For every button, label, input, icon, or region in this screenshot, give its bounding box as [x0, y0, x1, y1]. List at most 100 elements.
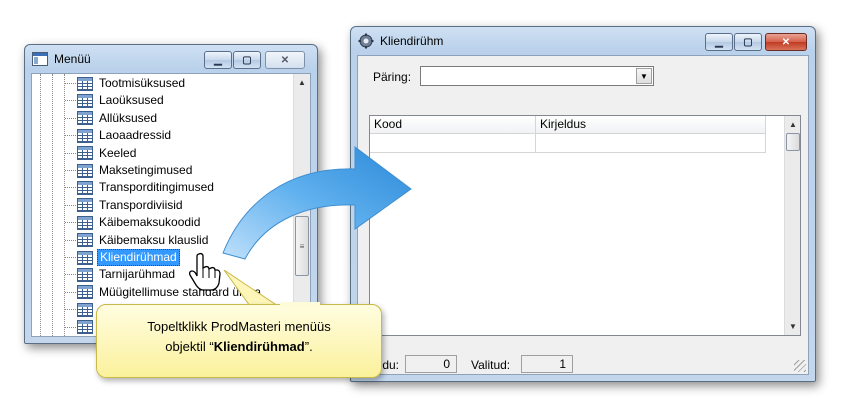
- tree-connector: [65, 222, 76, 224]
- tree-connector: [65, 291, 76, 293]
- table-icon: [77, 128, 93, 143]
- tree-item-label: Tarnijarühmad: [99, 267, 176, 282]
- table-icon: [77, 180, 93, 195]
- selected-label: Valitud:: [471, 358, 511, 372]
- table-icon: [77, 146, 93, 161]
- tree-connector: [65, 204, 76, 206]
- tree-guide-line: [52, 74, 53, 336]
- kr-client: Päring: ▼ Kood Kirjeldus ▲ ▼ Ridu: 0 Val…: [357, 55, 809, 375]
- tree-connector: [65, 326, 76, 328]
- data-grid[interactable]: Kood Kirjeldus ▲ ▼: [369, 115, 801, 336]
- cell-kirjeldus[interactable]: [536, 134, 766, 152]
- tree-item-label: Laoaadressid: [99, 128, 172, 143]
- tree-item-label: Transpordiviisid: [99, 197, 183, 212]
- tree-item[interactable]: Allüksused: [65, 110, 159, 127]
- table-icon: [77, 163, 93, 178]
- tree-item[interactable]: Keeled: [65, 145, 138, 162]
- scroll-thumb[interactable]: [786, 133, 800, 151]
- table-icon: [77, 111, 93, 126]
- window-app-icon: [32, 52, 48, 66]
- maximize-button[interactable]: ▢: [734, 33, 762, 51]
- hand-cursor-icon: [188, 252, 221, 291]
- maximize-button[interactable]: ▢: [233, 51, 261, 69]
- kr-titlebar[interactable]: Kliendirühm ▁ ▢ ✕: [351, 27, 815, 55]
- grid-header: Kood Kirjeldus: [370, 116, 766, 134]
- minimize-icon: ▁: [214, 54, 222, 66]
- tree-item[interactable]: Laoaadressid: [65, 127, 173, 144]
- rows-count: 0: [405, 355, 457, 373]
- instruction-callout: Topeltklikk ProdMasteri menüüs objektil …: [96, 304, 382, 378]
- tree-connector: [65, 152, 76, 154]
- callout-line-2-suffix: ”.: [304, 339, 313, 354]
- table-icon: [77, 250, 93, 265]
- tree-connector: [65, 117, 76, 119]
- kliendiruhm-window: Kliendirühm ▁ ▢ ✕ Päring: ▼ Kood Kirjeld…: [350, 26, 816, 382]
- tree-item-label: Laoüksused: [99, 93, 164, 108]
- tree-item-label: Kliendirühmad: [97, 249, 180, 266]
- tree-item[interactable]: Transporditingimused: [65, 179, 216, 196]
- tree-item-label: Tootmisüksused: [99, 76, 186, 90]
- tree-connector: [65, 83, 76, 84]
- tree-guide-line: [40, 74, 41, 336]
- tree-item-label: Allüksused: [99, 110, 158, 125]
- table-icon: [77, 302, 93, 317]
- tree-item[interactable]: Käibemaksu klauslid: [65, 232, 210, 249]
- scroll-down-icon[interactable]: ▼: [785, 318, 800, 335]
- minimize-icon: ▁: [715, 36, 723, 48]
- grid-vertical-scrollbar[interactable]: ▲ ▼: [784, 116, 800, 335]
- scroll-up-icon[interactable]: ▲: [294, 74, 310, 91]
- tree-connector: [65, 170, 76, 171]
- tree-item[interactable]: Kliendirühmad: [65, 249, 180, 266]
- table-row[interactable]: [370, 134, 766, 153]
- column-header-kirjeldus[interactable]: Kirjeldus: [536, 116, 766, 133]
- tree-item-label: Transporditingimused: [99, 180, 214, 195]
- tree-item[interactable]: Käibemaksukoodid: [65, 214, 202, 231]
- callout-pointer-joint: [280, 302, 320, 308]
- table-icon: [77, 285, 93, 300]
- table-icon: [77, 320, 93, 335]
- callout-line-1: Topeltklikk ProdMasteri menüüs: [147, 319, 331, 334]
- table-icon: [77, 93, 93, 108]
- tree-item-label: Keeled: [99, 145, 137, 160]
- tree-item[interactable]: Tootmisüksused: [65, 75, 187, 92]
- table-icon: [77, 233, 93, 248]
- minimize-button[interactable]: ▁: [204, 51, 232, 69]
- tree-connector: [65, 239, 76, 241]
- close-icon: ✕: [781, 36, 791, 48]
- resize-grip[interactable]: [794, 360, 806, 372]
- tree-item[interactable]: Tarnijarühmad: [65, 266, 177, 283]
- close-button[interactable]: ✕: [265, 51, 305, 69]
- chevron-down-icon[interactable]: ▼: [636, 68, 652, 84]
- tree-connector: [65, 100, 76, 102]
- tree-item-label: Käibemaksukoodid: [99, 215, 201, 230]
- callout-line-2-prefix: objektil “: [165, 339, 214, 354]
- tree-item-label: Maksetingimused: [99, 163, 193, 177]
- callout-line-2: objektil “Kliendirühmad”.: [97, 337, 381, 357]
- menu-titlebar[interactable]: Menüü ▁ ▢ ✕: [25, 45, 317, 73]
- table-icon: [77, 215, 93, 230]
- close-icon: ✕: [280, 54, 290, 66]
- tree-connector: [65, 187, 76, 189]
- gear-icon: [358, 33, 374, 49]
- table-icon: [77, 267, 93, 282]
- close-button[interactable]: ✕: [765, 33, 807, 51]
- tree-item-label: Käibemaksu klauslid: [99, 232, 209, 247]
- tree-connector: [65, 135, 76, 137]
- tree-connector: [65, 257, 76, 258]
- tree-item[interactable]: Laoüksused: [65, 92, 166, 109]
- tree-connector: [65, 309, 76, 311]
- query-label: Päring:: [373, 70, 412, 84]
- maximize-icon: ▢: [242, 54, 252, 66]
- query-combobox[interactable]: ▼: [420, 66, 654, 86]
- callout-object-name: Kliendirühmad: [213, 339, 305, 354]
- minimize-button[interactable]: ▁: [705, 33, 733, 51]
- kr-title: Kliendirühm: [380, 34, 444, 48]
- scroll-up-icon[interactable]: ▲: [785, 116, 800, 133]
- table-icon: [77, 198, 93, 213]
- blue-curved-arrow-icon: [222, 146, 412, 260]
- tree-item[interactable]: Maksetingimused: [65, 162, 194, 179]
- menu-title: Menüü: [54, 52, 91, 66]
- tree-connector: [65, 274, 76, 276]
- maximize-icon: ▢: [743, 36, 753, 48]
- tree-item[interactable]: Transpordiviisid: [65, 197, 185, 214]
